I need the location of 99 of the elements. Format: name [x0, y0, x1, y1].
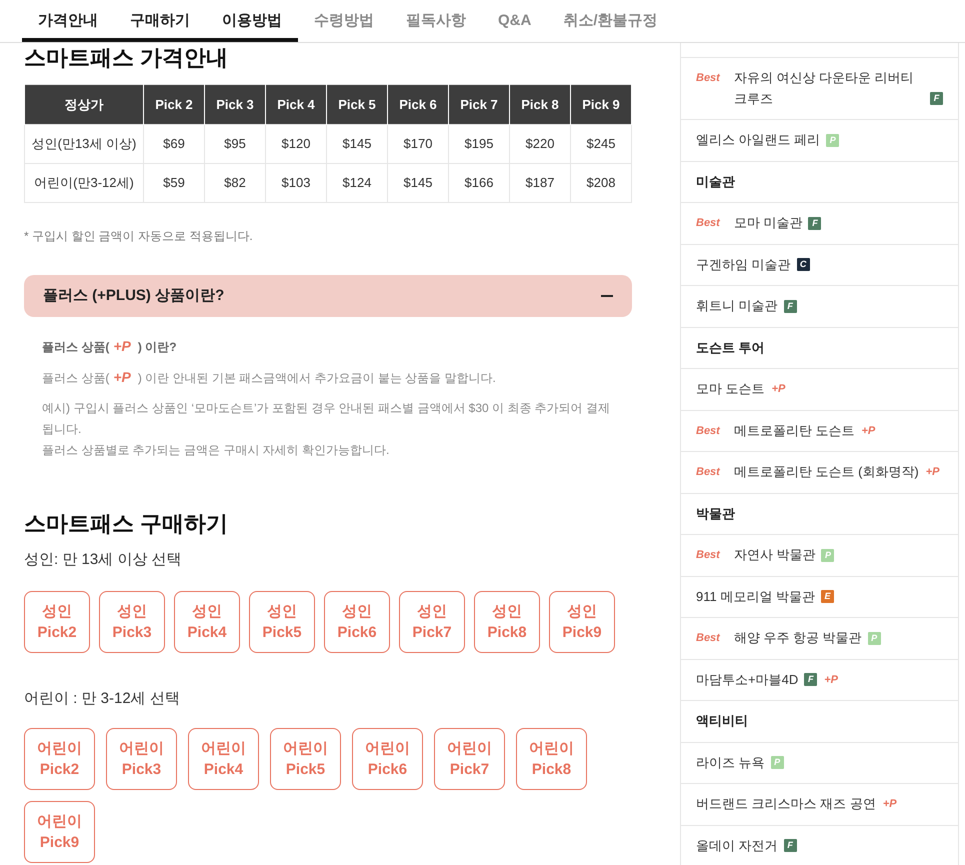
- plus-label: +P: [772, 382, 786, 397]
- column-header: Pick 5: [326, 84, 388, 124]
- sidebar-link[interactable]: 해양 우주 항공 박물관: [734, 628, 862, 648]
- plus-label: +P: [861, 424, 876, 438]
- price-cell: $195: [448, 124, 510, 164]
- price-cell: $124: [326, 164, 388, 202]
- sidebar-link[interactable]: 모마 미술관: [734, 213, 802, 234]
- category-heading: 도슨트 투어: [681, 328, 958, 369]
- pick-button[interactable]: 어린이 Pick3: [106, 728, 177, 790]
- pick-button[interactable]: 성인 Pick5: [249, 591, 315, 653]
- letter-badge: P: [770, 756, 784, 769]
- price-cell: $170: [388, 124, 448, 164]
- pick-button[interactable]: 어린이 Pick6: [352, 728, 423, 790]
- nav-tab[interactable]: 취소/환불규정: [547, 0, 674, 42]
- best-label: Best: [696, 631, 720, 646]
- column-header: Pick 8: [510, 84, 570, 124]
- price-cell: $120: [266, 124, 326, 164]
- price-cell: $145: [326, 124, 388, 164]
- pick-button[interactable]: 어린이 Pick5: [270, 728, 341, 790]
- price-cell: $220: [510, 124, 570, 164]
- price-cell: $245: [570, 124, 632, 164]
- letter-badge: F: [808, 216, 822, 230]
- sidebar-link[interactable]: 라이즈 뉴욕: [696, 752, 765, 773]
- sidebar-link[interactable]: 엘리스 아일랜드 페리: [696, 130, 820, 150]
- letter-badge: P: [868, 632, 881, 644]
- sidebar-link[interactable]: 메트로폴리탄 도슨트 (회화명작): [734, 462, 919, 482]
- price-cell: $187: [510, 164, 570, 202]
- best-label: Best: [696, 71, 720, 86]
- pick-button[interactable]: 성인 Pick2: [24, 591, 90, 653]
- best-label: Best: [696, 424, 720, 438]
- pick-button[interactable]: 성인 Pick6: [324, 591, 390, 653]
- pick-button[interactable]: 어린이 Pick9: [24, 801, 95, 863]
- pick-button[interactable]: 어린이 Pick7: [434, 728, 505, 790]
- best-label: Best: [696, 216, 720, 231]
- category-heading: 박물관: [681, 494, 958, 535]
- sidebar-link[interactable]: 모마 도슨트: [696, 379, 765, 400]
- best-label: Best: [696, 465, 720, 480]
- price-cell: $103: [266, 164, 326, 202]
- sidebar-link[interactable]: 자연사 박물관: [734, 545, 816, 566]
- letter-badge: P: [821, 548, 834, 562]
- sidebar-link[interactable]: 메트로폴리탄 도슨트: [734, 420, 854, 441]
- nav-tab[interactable]: 수령방법: [298, 0, 390, 42]
- letter-badge: F: [784, 300, 797, 312]
- sidebar-link[interactable]: 911 메모리얼 박물관: [696, 586, 815, 607]
- nav-tab[interactable]: Q&A: [482, 0, 548, 42]
- nav-tab[interactable]: 가격안내: [22, 0, 114, 42]
- note-text: * 구입시 할인 금액이 자동으로 적용됩니다.: [24, 228, 254, 244]
- column-header: Pick 3: [204, 84, 266, 124]
- price-cell: $166: [448, 164, 510, 202]
- letter-badge: F: [804, 673, 818, 686]
- plus-label: +P: [882, 797, 897, 812]
- column-header: Pick 4: [266, 84, 326, 124]
- price-cell: $59: [144, 164, 204, 202]
- price-cell: $95: [204, 124, 266, 164]
- column-header: 정상가: [24, 84, 144, 124]
- nav-tab[interactable]: 필독사항: [390, 0, 482, 42]
- pick-button[interactable]: 어린이 Pick4: [188, 728, 259, 790]
- section-title: 스마트패스 구매하기: [24, 511, 230, 537]
- pick-button[interactable]: 어린이 Pick8: [516, 728, 587, 790]
- plus-label: +P: [824, 672, 838, 688]
- best-label: Best: [696, 548, 720, 563]
- price-cell: $69: [144, 124, 204, 164]
- pick-button[interactable]: 성인 Pick9: [549, 591, 615, 653]
- plus-example-text: 예시) 구입시 플러스 상품인 ‘모마도슨트’가 포함된 경우 안내된 패스별 금액에서 $30 이 최종 추가되어 결제됩니다. 플러스 상품별로 추가되는 금액은 구매시 자세히 확인가능합니다.: [42, 400, 612, 459]
- section-title: 스마트패스 가격안내: [24, 45, 230, 71]
- sidebar-link[interactable]: 마담투소+마블4D: [696, 670, 798, 690]
- price-cell: $145: [388, 164, 448, 202]
- sidebar-link[interactable]: 자유의 여신상 다운타운 리버티 크루즈: [734, 68, 924, 109]
- letter-badge: F: [930, 92, 943, 105]
- pick-button[interactable]: 성인 Pick8: [474, 591, 540, 653]
- accordion-header[interactable]: 플러스 (+PLUS) 상품이란?: [24, 275, 632, 317]
- column-header: Pick 6: [388, 84, 448, 124]
- letter-badge: C: [796, 258, 810, 271]
- pick-button[interactable]: 성인 Pick3: [99, 591, 165, 653]
- plus-label: +P: [926, 465, 940, 480]
- group-label: 성인: 만 13세 이상 선택: [24, 550, 183, 570]
- sidebar-link[interactable]: 휘트니 미술관: [696, 296, 778, 316]
- category-heading: 미술관: [681, 162, 958, 203]
- column-header: Pick 9: [570, 84, 632, 124]
- price-cell: $208: [570, 164, 632, 202]
- plus-heading-text: 플러스 상품( +P ) 이란?: [42, 337, 178, 356]
- sidebar-link[interactable]: 올데이 자전거: [696, 836, 778, 856]
- price-cell: $82: [204, 164, 266, 202]
- column-header: Pick 7: [448, 84, 510, 124]
- sidebar-link[interactable]: 구겐하임 미술관: [696, 254, 791, 275]
- nav-tab[interactable]: 이용방법: [206, 0, 298, 42]
- letter-badge: F: [784, 839, 797, 852]
- row-label: 어린이(만3-12세): [24, 164, 144, 202]
- pick-button[interactable]: 성인 Pick7: [399, 591, 465, 653]
- pick-button[interactable]: 성인 Pick4: [174, 591, 240, 653]
- plus-definition-text: 플러스 상품( +P ) 이란 안내된 기본 패스금액에서 추가요금이 붙는 상품을 말합니다.: [42, 368, 497, 387]
- row-label: 성인(만13세 이상): [24, 124, 144, 164]
- letter-badge: E: [820, 590, 834, 603]
- column-header: Pick 2: [144, 84, 204, 124]
- sidebar-link[interactable]: 버드랜드 크리스마스 재즈 공연: [696, 794, 876, 814]
- group-label: 어린이 : 만 3-12세 선택: [24, 689, 181, 709]
- pick-button[interactable]: 어린이 Pick2: [24, 728, 95, 790]
- nav-tab[interactable]: 구매하기: [114, 0, 206, 42]
- letter-badge: P: [826, 134, 840, 146]
